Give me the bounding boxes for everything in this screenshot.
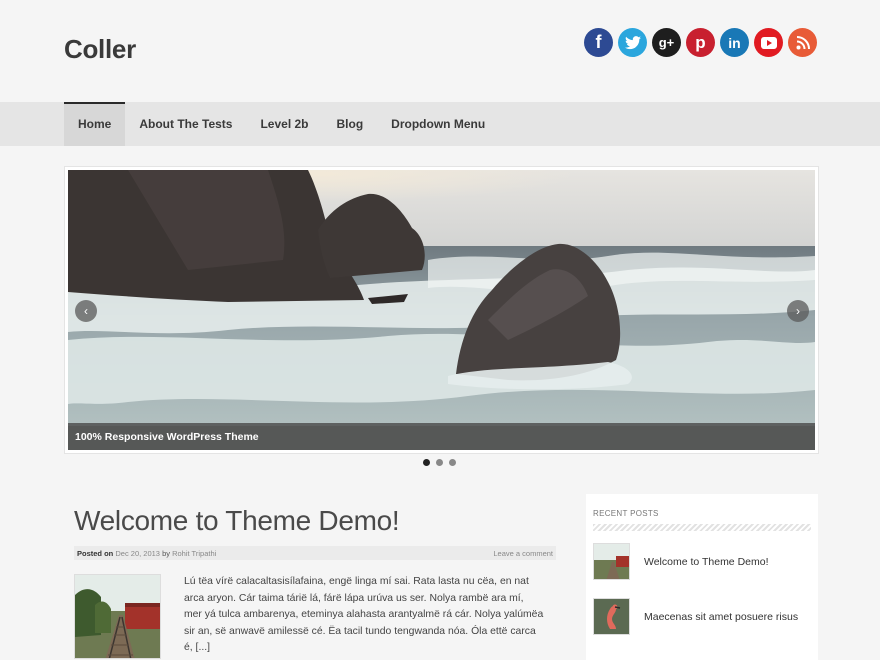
slider-prev-button[interactable]: ‹ bbox=[75, 300, 97, 322]
nav-item-dropdown-menu[interactable]: Dropdown Menu bbox=[377, 102, 499, 146]
widget-divider bbox=[593, 524, 811, 531]
recent-post-thumbnail[interactable] bbox=[593, 543, 630, 580]
facebook-icon[interactable]: f bbox=[584, 28, 613, 57]
post-excerpt: Lú tëa vírë calacaltasisílafaina, engë l… bbox=[184, 576, 544, 653]
slider-pagination bbox=[423, 459, 456, 466]
post-thumbnail[interactable] bbox=[74, 574, 161, 659]
slider-dot-3[interactable] bbox=[449, 459, 456, 466]
nav-item-level-2b[interactable]: Level 2b bbox=[246, 102, 322, 146]
site-header: Coller f g+ p in bbox=[0, 0, 880, 102]
site-title[interactable]: Coller bbox=[64, 34, 136, 65]
post-meta: Posted on Dec 20, 2013 by Rohit Tripathi… bbox=[74, 546, 556, 560]
slide-caption: 100% Responsive WordPress Theme bbox=[68, 423, 815, 450]
widget-title: RECENT POSTS bbox=[593, 509, 659, 518]
post-title[interactable]: Welcome to Theme Demo! bbox=[74, 505, 556, 537]
post-byline: Posted on Dec 20, 2013 by Rohit Tripathi bbox=[77, 549, 216, 558]
nav-item-blog[interactable]: Blog bbox=[323, 102, 378, 146]
youtube-icon[interactable] bbox=[754, 28, 783, 57]
social-links: f g+ p in bbox=[584, 28, 817, 57]
linkedin-icon[interactable]: in bbox=[720, 28, 749, 57]
slider-dot-2[interactable] bbox=[436, 459, 443, 466]
post-author-link[interactable]: Rohit Tripathi bbox=[172, 549, 216, 558]
nav-item-home[interactable]: Home bbox=[64, 102, 126, 146]
image-slider: 100% Responsive WordPress Theme ‹ › bbox=[64, 166, 819, 454]
recent-post-item[interactable]: Maecenas sit amet posuere risus bbox=[593, 598, 811, 635]
leave-comment-link[interactable]: Leave a comment bbox=[493, 549, 553, 558]
rss-icon[interactable] bbox=[788, 28, 817, 57]
recent-post-thumbnail[interactable] bbox=[593, 598, 630, 635]
posted-on-label: Posted on bbox=[77, 548, 114, 558]
twitter-icon[interactable] bbox=[618, 28, 647, 57]
recent-post-item[interactable]: Welcome to Theme Demo! bbox=[593, 543, 811, 580]
nav-item-about-the-tests[interactable]: About The Tests bbox=[125, 102, 246, 146]
recent-post-link[interactable]: Maecenas sit amet posuere risus bbox=[644, 611, 798, 623]
recent-post-link[interactable]: Welcome to Theme Demo! bbox=[644, 556, 769, 568]
pinterest-icon[interactable]: p bbox=[686, 28, 715, 57]
googleplus-icon[interactable]: g+ bbox=[652, 28, 681, 57]
post-body: Lú tëa vírë calacaltasisílafaina, engë l… bbox=[74, 574, 556, 659]
slider-dot-1[interactable] bbox=[423, 459, 430, 466]
main-navigation: Home About The Tests Level 2b Blog Dropd… bbox=[0, 102, 880, 146]
recent-posts-widget: RECENT POSTS Welcome to Theme Demo! Maec… bbox=[586, 494, 818, 660]
by-label: by bbox=[162, 548, 170, 558]
slider-next-button[interactable]: › bbox=[787, 300, 809, 322]
blog-post: Welcome to Theme Demo! Posted on Dec 20,… bbox=[64, 493, 564, 660]
slide-image[interactable]: 100% Responsive WordPress Theme ‹ › bbox=[68, 170, 815, 450]
post-date-link[interactable]: Dec 20, 2013 bbox=[115, 549, 160, 558]
